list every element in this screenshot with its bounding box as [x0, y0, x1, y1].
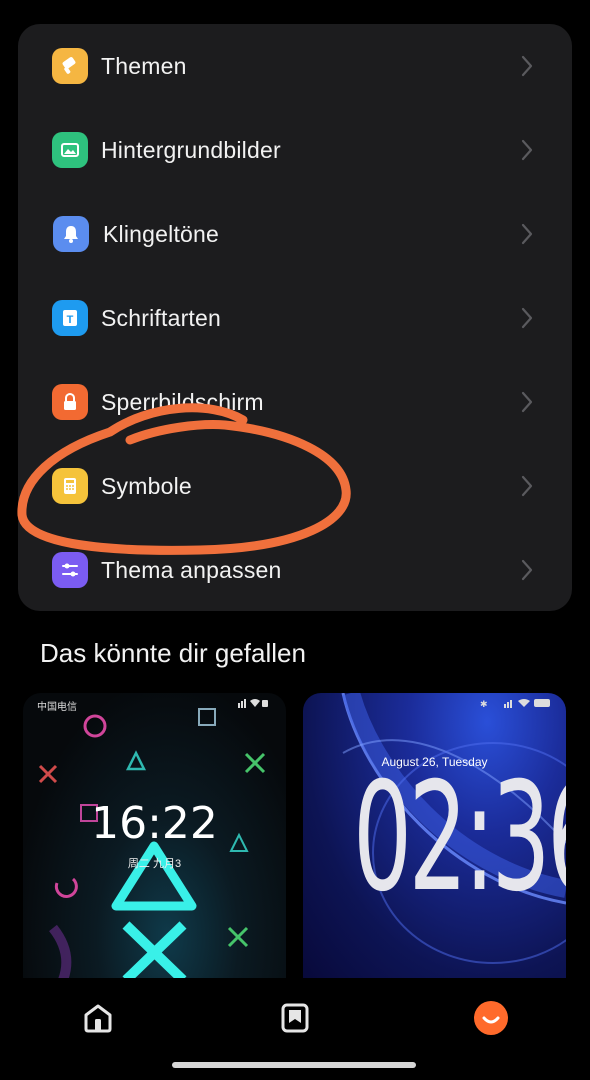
home-icon	[84, 1004, 112, 1033]
menu-item-klingeltoene[interactable]: Klingeltöne	[18, 192, 572, 276]
settings-card: Themen Hintergrundbilder Klingeltöne T S…	[18, 24, 572, 611]
image-icon	[52, 132, 88, 168]
menu-item-label: Klingeltöne	[103, 220, 220, 247]
menu-item-thema-anpassen[interactable]: Thema anpassen	[18, 528, 572, 611]
menu-item-label: Themen	[101, 52, 187, 79]
lockscreen-clock: 02:36	[352, 751, 566, 925]
chevron-right-icon	[521, 55, 533, 77]
section-title: Das könnte dir gefallen	[40, 638, 306, 668]
chevron-right-icon	[521, 223, 533, 245]
lockscreen-clock: 16:22	[91, 798, 218, 849]
status-icons: ✱	[480, 698, 552, 711]
bookmark-icon	[281, 1003, 309, 1033]
menu-item-label: Schriftarten	[101, 304, 222, 331]
menu-item-schriftarten[interactable]: T Schriftarten	[18, 276, 572, 360]
home-indicator	[172, 1062, 416, 1068]
paint-roller-icon	[52, 48, 88, 84]
theme-thumbnail[interactable]: ✱ August 26, Tuesday 02:36	[303, 693, 566, 980]
menu-item-sperrbildschirm[interactable]: Sperrbildschirm	[18, 360, 572, 444]
status-icons	[238, 698, 268, 711]
carrier-label: 中国电信	[37, 702, 77, 713]
bell-icon	[53, 216, 89, 252]
chevron-right-icon	[521, 475, 533, 497]
chevron-right-icon	[521, 307, 533, 329]
svg-text:✱: ✱	[480, 700, 488, 708]
menu-item-label: Sperrbildschirm	[101, 388, 264, 415]
menu-item-label: Thema anpassen	[101, 556, 282, 583]
nav-home[interactable]	[80, 1000, 116, 1036]
chevron-right-icon	[521, 559, 533, 581]
sliders-icon	[52, 552, 88, 588]
menu-item-hintergrundbilder[interactable]: Hintergrundbilder	[18, 108, 572, 192]
font-icon: T	[52, 300, 88, 336]
menu-item-themen[interactable]: Themen	[18, 24, 572, 108]
grid-icon	[52, 468, 88, 504]
menu-item-symbole[interactable]: Symbole	[18, 444, 572, 528]
chevron-right-icon	[521, 139, 533, 161]
chevron-right-icon	[521, 391, 533, 413]
menu-item-label: Symbole	[101, 472, 192, 499]
svg-text:T: T	[67, 314, 74, 326]
lock-icon	[52, 384, 88, 420]
lockscreen-date: 周二 九月3	[127, 858, 182, 870]
menu-item-label: Hintergrundbilder	[101, 136, 281, 163]
profile-face-icon	[474, 1001, 508, 1035]
nav-profile[interactable]	[473, 1000, 509, 1036]
nav-saved[interactable]	[277, 1000, 313, 1036]
theme-thumbnail[interactable]: 中国电信 16:22 周二 九月3	[23, 693, 286, 980]
